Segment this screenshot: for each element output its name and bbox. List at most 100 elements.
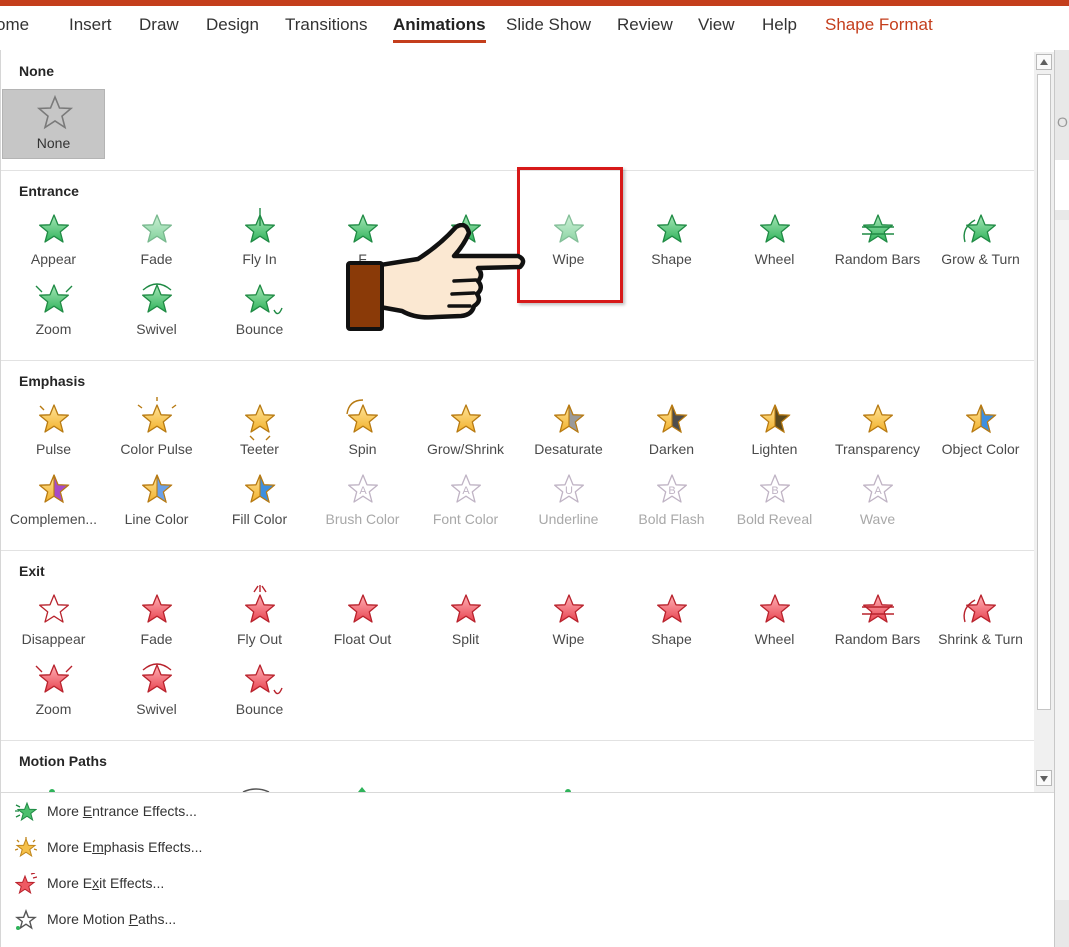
svg-text:B: B bbox=[771, 485, 778, 497]
fade-icon bbox=[142, 214, 172, 243]
gallery-scroll-area: None None Entrance AppearFadeFly InFtWip… bbox=[1, 50, 1034, 792]
fade-out-icon bbox=[142, 594, 172, 623]
effect-label: Random Bars bbox=[834, 251, 921, 267]
effect-entrance-grow-turn[interactable]: Grow & Turn bbox=[929, 206, 1032, 276]
more-motion-paths-item[interactable]: More Motion Paths... bbox=[15, 905, 415, 935]
effect-exit-fly-out[interactable]: Fly Out bbox=[208, 585, 311, 656]
effect-label: Wave bbox=[859, 511, 896, 527]
effect-label: Zoom bbox=[35, 701, 72, 717]
effect-emphasis-spin[interactable]: Spin bbox=[311, 396, 414, 466]
svg-text:U: U bbox=[565, 485, 573, 497]
gallery-scrollbar[interactable] bbox=[1034, 52, 1054, 792]
effect-exit-float-out[interactable]: Float Out bbox=[311, 586, 414, 656]
effect-entrance-fade[interactable]: Fade bbox=[105, 206, 208, 276]
scroll-up-button[interactable] bbox=[1036, 54, 1052, 70]
shrink-turn-icon bbox=[963, 594, 996, 623]
effect-exit-wipe-out[interactable]: Wipe bbox=[517, 586, 620, 656]
effect-entrance-random-bars[interactable]: Random Bars bbox=[826, 206, 929, 276]
effect-exit-disappear[interactable]: Disappear bbox=[2, 586, 105, 656]
wheel-icon bbox=[760, 214, 790, 243]
effect-label: Font Color bbox=[432, 511, 499, 527]
effect-entrance-swivel[interactable]: Swivel bbox=[105, 276, 208, 346]
effect-label: Bounce bbox=[235, 321, 284, 337]
random-bars-icon bbox=[862, 214, 894, 243]
tab-animations[interactable]: Animations bbox=[393, 15, 486, 43]
shape-icon bbox=[657, 214, 687, 243]
more-entrance-effects-item[interactable]: More Entrance Effects... bbox=[15, 797, 415, 827]
effect-exit-fade-out[interactable]: Fade bbox=[105, 586, 208, 656]
scroll-thumb[interactable] bbox=[1037, 74, 1051, 710]
random-bars-out-icon bbox=[862, 594, 894, 623]
effect-entrance-zoom[interactable]: Zoom bbox=[2, 276, 105, 346]
effect-label: Shrink & Turn bbox=[938, 631, 1023, 647]
effect-emphasis-desaturate[interactable]: Desaturate bbox=[517, 396, 620, 466]
effect-entrance-fly-in[interactable]: Fly In bbox=[208, 206, 311, 276]
effect-emphasis-lighten[interactable]: Lighten bbox=[723, 396, 826, 466]
effect-emphasis-fill-color[interactable]: Fill Color bbox=[208, 466, 311, 536]
effect-entrance-bounce[interactable]: Bounce bbox=[208, 276, 311, 346]
fly-out-icon bbox=[245, 585, 275, 623]
section-title-emphasis: Emphasis bbox=[19, 373, 86, 389]
fill-color-icon bbox=[245, 474, 276, 504]
effect-none[interactable]: None bbox=[2, 89, 105, 159]
effect-emphasis-grow-shrink[interactable]: Grow/Shrink bbox=[414, 396, 517, 466]
effect-entrance-wheel[interactable]: Wheel bbox=[723, 206, 826, 276]
effect-emphasis-line-color[interactable]: Line Color bbox=[105, 466, 208, 536]
effect-emphasis-object-color[interactable]: Object Color bbox=[929, 396, 1032, 466]
lighten-icon bbox=[760, 404, 791, 434]
brush-color-icon: A bbox=[348, 474, 378, 503]
effect-entrance-appear[interactable]: Appear bbox=[2, 206, 105, 276]
effect-label: Grow/Shrink bbox=[426, 441, 505, 457]
effect-label: Transparency bbox=[834, 441, 921, 457]
effect-label: Fly In bbox=[242, 251, 277, 267]
tab-design[interactable]: Design bbox=[206, 15, 259, 35]
tab-view[interactable]: View bbox=[698, 15, 735, 35]
effect-label: Spin bbox=[348, 441, 377, 457]
effect-exit-shrink-turn[interactable]: Shrink & Turn bbox=[929, 586, 1032, 656]
effect-entrance-shape[interactable]: Shape bbox=[620, 206, 723, 276]
tab-insert[interactable]: Insert bbox=[69, 15, 112, 35]
tab-help[interactable]: Help bbox=[762, 15, 797, 35]
effect-label: Darken bbox=[648, 441, 695, 457]
effect-emphasis-transparency[interactable]: Transparency bbox=[826, 396, 929, 466]
effect-exit-shape-out[interactable]: Shape bbox=[620, 586, 723, 656]
zoom-icon bbox=[35, 284, 73, 313]
effect-label: Disappear bbox=[21, 631, 86, 647]
effect-exit-random-bars-out[interactable]: Random Bars bbox=[826, 586, 929, 656]
effect-label: Lighten bbox=[751, 441, 798, 457]
effect-label: Wipe bbox=[552, 631, 585, 647]
tab-home[interactable]: ome bbox=[0, 15, 29, 35]
effect-exit-swivel-out[interactable]: Swivel bbox=[105, 656, 208, 726]
tab-transitions[interactable]: Transitions bbox=[285, 15, 368, 35]
tab-review[interactable]: Review bbox=[617, 15, 673, 35]
effect-label: Swivel bbox=[136, 321, 177, 337]
effect-label: Shape bbox=[651, 631, 692, 647]
tab-slide-show[interactable]: Slide Show bbox=[506, 15, 591, 35]
star-outline-icon bbox=[36, 94, 74, 130]
effect-exit-split-out[interactable]: Split bbox=[414, 586, 517, 656]
effect-emphasis-pulse[interactable]: Pulse bbox=[2, 396, 105, 466]
scroll-down-button[interactable] bbox=[1036, 770, 1052, 786]
wipe-out-icon bbox=[554, 594, 584, 623]
effect-exit-bounce-out[interactable]: Bounce bbox=[208, 656, 311, 726]
effect-emphasis-color-pulse[interactable]: Color Pulse bbox=[105, 396, 208, 466]
svg-text:A: A bbox=[359, 485, 367, 497]
effect-exit-zoom-out[interactable]: Zoom bbox=[2, 656, 105, 726]
effect-emphasis-complementary-color[interactable]: Complemen... bbox=[2, 466, 105, 536]
effect-emphasis-darken[interactable]: Darken bbox=[620, 396, 723, 466]
effect-label: Appear bbox=[30, 251, 77, 267]
effect-emphasis-teeter[interactable]: Teeter bbox=[208, 396, 311, 466]
effect-exit-wheel-out[interactable]: Wheel bbox=[723, 586, 826, 656]
tab-shape-format[interactable]: Shape Format bbox=[825, 15, 933, 35]
effect-label: Fade bbox=[140, 251, 173, 267]
svg-text:A: A bbox=[874, 485, 882, 497]
appear-icon bbox=[39, 214, 69, 243]
more-emphasis-effects-item[interactable]: More Emphasis Effects... bbox=[15, 833, 415, 863]
more-entrance-icon bbox=[15, 801, 37, 822]
more-effects-menu: More Entrance Effects... More Emphasis E… bbox=[1, 792, 1054, 947]
effect-label: Fill Color bbox=[231, 511, 288, 527]
more-exit-effects-item[interactable]: More Exit Effects... bbox=[15, 869, 415, 899]
fly-in-icon bbox=[245, 208, 275, 243]
tab-draw[interactable]: Draw bbox=[139, 15, 179, 35]
effect-label: Complemen... bbox=[9, 511, 98, 527]
